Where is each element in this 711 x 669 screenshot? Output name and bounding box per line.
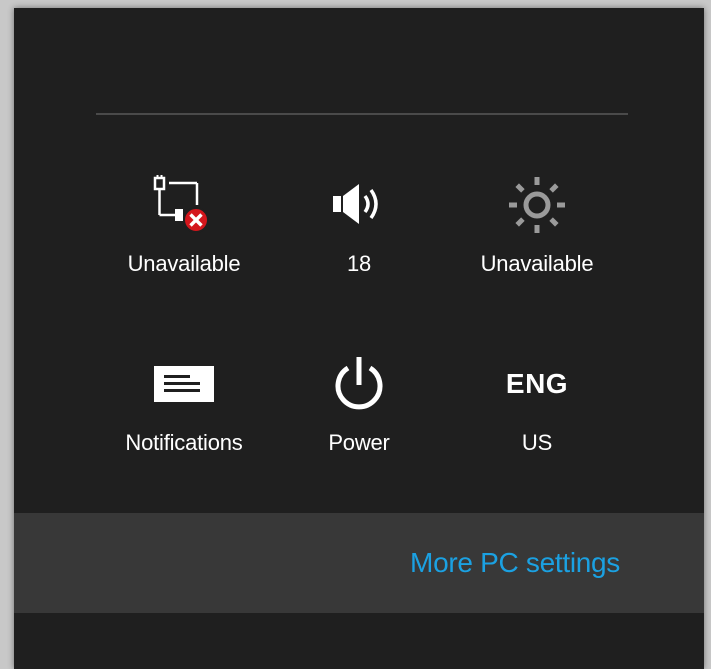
volume-tile[interactable]: 18 [274, 173, 444, 293]
volume-icon [333, 184, 378, 224]
keyboard-language-tile[interactable]: ENG US [452, 352, 622, 472]
network-label: Unavailable [127, 251, 241, 276]
network-tile[interactable]: Unavailable [99, 173, 269, 293]
notifications-label: Notifications [125, 430, 243, 455]
power-icon [335, 357, 383, 410]
notifications-tile[interactable]: Notifications [99, 352, 269, 472]
notifications-icon [154, 366, 214, 402]
more-pc-settings-link[interactable]: More PC settings [410, 547, 620, 579]
bottom-bar: More PC settings [14, 513, 704, 613]
settings-charm-panel: Unavailable 18 Unavailable Notifications… [14, 8, 704, 669]
network-unavailable-icon [153, 175, 209, 233]
brightness-icon [509, 177, 565, 233]
brightness-tile[interactable]: Unavailable [452, 173, 622, 293]
power-tile[interactable]: Power [274, 352, 444, 472]
brightness-label: Unavailable [480, 251, 594, 276]
keyboard-language-label: US [521, 430, 553, 455]
divider [96, 113, 628, 115]
keyboard-language-icon: ENG [505, 368, 569, 399]
volume-label: 18 [346, 251, 372, 276]
power-label: Power [328, 430, 390, 455]
